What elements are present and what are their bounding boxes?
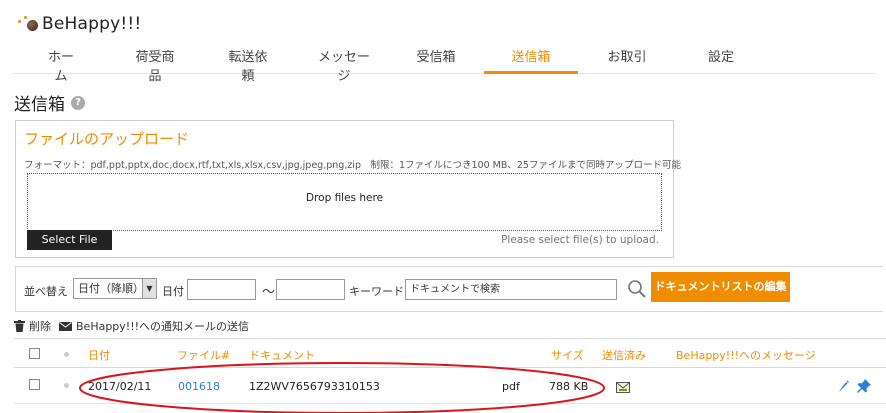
pencil-icon[interactable] [838,380,849,392]
upload-title: ファイルのアップロード [24,130,190,148]
date-to-input[interactable] [276,279,345,300]
trash-icon [14,320,25,332]
date-label: 日付 [162,285,184,298]
date-from-input[interactable] [187,279,256,300]
dropzone-text: Drop files here [305,192,384,204]
nav-item-inbox[interactable]: 受信箱 [416,46,456,74]
nav-item-home[interactable]: ホーム [42,46,80,84]
document-table: 日付 ファイル# ドキュメント サイズ 送信済み BeHappy!!!へのメッセ… [14,338,886,413]
upload-hint: Please select file(s) to upload. [501,234,659,246]
nav-item-transactions[interactable]: お取引 [607,46,647,74]
status-dot-icon [64,383,69,388]
main-nav: ホーム 荷受商品 転送依頼 メッセージ 受信箱 送信箱 お取引 設定 [12,40,876,84]
page-title: 送信箱 [14,95,65,115]
select-file-button[interactable]: Select File [27,230,112,250]
keyword-input[interactable]: ドキュメントで検索 [405,279,617,300]
delete-label: 削除 [29,320,51,333]
status-dot-icon [64,352,69,357]
highlight-ellipse [79,362,605,413]
nav-item-settings[interactable]: 設定 [708,46,734,74]
notify-label: BeHappy!!!への通知メールの送信 [76,320,250,333]
dropzone[interactable]: Drop files here [27,173,662,231]
search-icon[interactable] [627,279,647,299]
sort-select[interactable]: 日付（降順） ▼ [73,278,157,299]
col-message: BeHappy!!!へのメッセージ [676,349,816,362]
nav-item-messages[interactable]: メッセージ [312,46,376,84]
chevron-down-icon[interactable]: ▼ [142,279,156,298]
upload-panel: ファイルのアップロード フォーマット：pdf,ppt,pptx,doc,docx… [15,120,681,258]
row-checkbox[interactable] [29,379,40,390]
page-title-wrap: 送信箱 ? [14,90,85,115]
nav-item-received-goods[interactable]: 荷受商品 [130,46,180,84]
notify-action[interactable]: BeHappy!!!への通知メールの送信 [59,318,249,334]
upload-format-info: フォーマット：pdf,ppt,pptx,doc,docx,rtf,txt,xls… [24,160,681,171]
keyword-label: キーワード [349,285,404,298]
question-icon[interactable]: ? [71,95,85,110]
delete-action[interactable]: 削除 [14,318,51,334]
edit-document-list-button[interactable]: ドキュメントリストの編集 [651,272,790,302]
select-all-checkbox[interactable] [29,348,40,359]
mail-icon [59,321,72,331]
bulk-actions: 削除 BeHappy!!!への通知メールの送信 [14,318,257,334]
nav-item-outbox[interactable]: 送信箱 [484,46,578,74]
sort-select-value: 日付（降順） [78,282,144,295]
pin-icon[interactable] [857,379,871,393]
sort-label: 並べ替え [24,285,68,298]
logo[interactable]: BeHappy!!! [18,14,141,34]
sent-mail-icon[interactable] [616,382,630,393]
brand-name: BeHappy!!! [42,14,142,34]
filter-bar: 並べ替え 日付（降順） ▼ 日付 ～ キーワード ドキュメントで検索 ドキュメン… [15,266,883,312]
nav-item-forward-request[interactable]: 転送依頼 [223,46,273,84]
logo-mark-icon [18,16,40,32]
col-sent[interactable]: 送信済み [602,347,646,363]
header: BeHappy!!! ホーム 荷受商品 転送依頼 メッセージ 受信箱 送信箱 お… [0,0,886,84]
range-separator: ～ [262,285,276,300]
